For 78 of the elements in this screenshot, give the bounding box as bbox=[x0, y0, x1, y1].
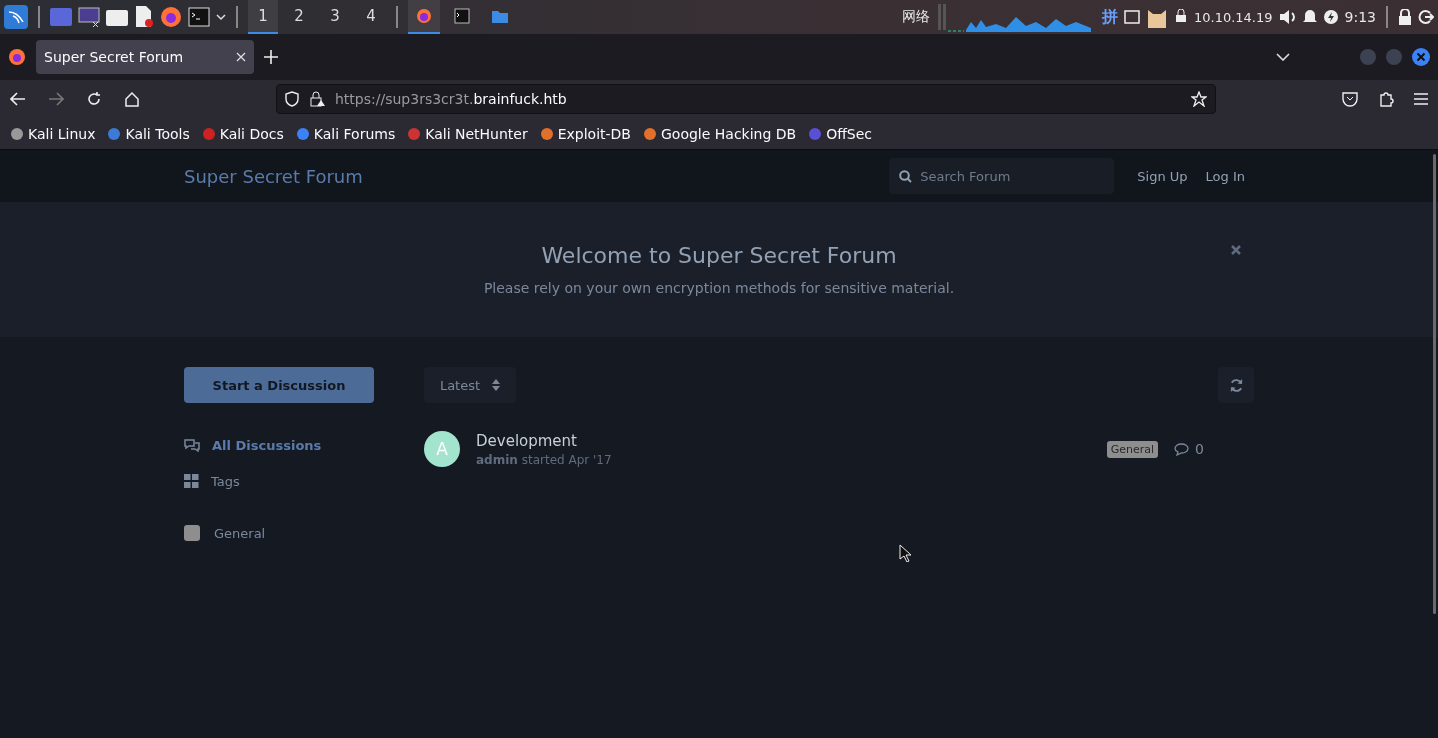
lock-network-icon bbox=[1173, 9, 1188, 25]
header-link[interactable]: Sign Up bbox=[1128, 160, 1197, 192]
taskbar-window-button[interactable] bbox=[408, 0, 440, 34]
mouse-pointer-icon bbox=[899, 544, 911, 562]
notification-bell-icon[interactable] bbox=[1302, 9, 1317, 25]
search-icon bbox=[899, 169, 913, 183]
tag-link[interactable]: General bbox=[184, 515, 374, 551]
comment-icon bbox=[1174, 442, 1189, 456]
power-icon[interactable] bbox=[1322, 9, 1339, 25]
bookmark-link[interactable]: Kali NetHunter bbox=[407, 125, 528, 142]
reload-icon[interactable] bbox=[86, 91, 102, 107]
reply-count: 0 bbox=[1174, 441, 1254, 457]
clock-time: 9:13 bbox=[1344, 9, 1376, 25]
search-field[interactable]: Search Forum bbox=[889, 158, 1115, 194]
banner-title: Welcome to Super Secret Forum bbox=[541, 243, 897, 268]
terminal-icon bbox=[454, 8, 470, 24]
plus-icon[interactable] bbox=[264, 50, 278, 64]
logout-icon[interactable] bbox=[1418, 9, 1434, 25]
workspace-button[interactable]: 2 bbox=[284, 0, 314, 34]
bookmark-link[interactable]: Kali Tools bbox=[107, 125, 190, 142]
bookmark-link[interactable]: Kali Docs bbox=[201, 125, 284, 142]
bookmark-icon bbox=[808, 126, 823, 141]
bookmark-icon bbox=[407, 126, 422, 141]
menu-icon[interactable] bbox=[1414, 93, 1428, 105]
chat-bubbles-icon bbox=[184, 438, 200, 452]
lock-warning-icon[interactable] bbox=[309, 91, 325, 107]
volume-icon[interactable] bbox=[1278, 9, 1297, 25]
document-icon[interactable] bbox=[134, 6, 154, 28]
home-icon[interactable] bbox=[124, 91, 140, 107]
tag-label[interactable]: General bbox=[1106, 440, 1158, 458]
monitor-icon[interactable] bbox=[78, 7, 100, 27]
firefox-icon bbox=[416, 8, 432, 24]
header-link[interactable]: Log In bbox=[1196, 160, 1254, 192]
lock-icon[interactable] bbox=[1398, 9, 1412, 25]
refresh-button[interactable] bbox=[1218, 367, 1254, 403]
input-method-label[interactable]: 拼 bbox=[1101, 6, 1118, 28]
banner-message: Please rely on your own encryption methods for sensitive material. bbox=[483, 280, 955, 296]
kali-menu-icon[interactable] bbox=[4, 5, 28, 29]
pocket-icon[interactable] bbox=[1342, 91, 1358, 107]
sort-icon bbox=[492, 379, 501, 391]
bookmark-icon bbox=[107, 126, 122, 141]
chevron-down-icon[interactable] bbox=[1276, 53, 1290, 61]
puzzle-icon[interactable] bbox=[1378, 91, 1394, 107]
sort-dropdown[interactable]: Latest bbox=[424, 367, 516, 403]
terminal-icon[interactable] bbox=[188, 7, 210, 27]
close-icon[interactable] bbox=[1412, 48, 1430, 66]
close-icon[interactable] bbox=[1230, 244, 1242, 256]
grid-icon bbox=[184, 474, 199, 488]
shield-icon[interactable] bbox=[285, 91, 299, 107]
bookmark-link[interactable]: Exploit-DB bbox=[539, 125, 631, 142]
sidebar-nav-item[interactable]: All Discussions bbox=[184, 427, 374, 463]
network-label: 网络 bbox=[901, 8, 930, 26]
forward-arrow-icon[interactable] bbox=[48, 92, 64, 106]
sidebar-nav-item[interactable]: Tags bbox=[184, 463, 374, 499]
firefox-icon[interactable] bbox=[160, 6, 182, 28]
bookmark-icon bbox=[295, 126, 310, 141]
workspace-button[interactable]: 1 bbox=[248, 0, 278, 34]
discussion-meta: admin started Apr '17 bbox=[476, 452, 613, 467]
bookmark-icon bbox=[201, 126, 216, 141]
refresh-icon bbox=[1228, 377, 1244, 393]
bookmark-icon bbox=[10, 126, 24, 141]
bookmark-icon bbox=[539, 126, 554, 141]
workspace-button[interactable]: 3 bbox=[320, 0, 350, 34]
firefox-icon[interactable] bbox=[8, 48, 26, 66]
bookmark-link[interactable]: Google Hacking DB bbox=[643, 125, 797, 142]
back-arrow-icon[interactable] bbox=[10, 92, 26, 106]
discussion-title[interactable]: Development bbox=[476, 431, 1091, 450]
bookmark-link[interactable]: Kali Linux bbox=[10, 125, 96, 142]
url-field[interactable]: https://sup3rs3cr3t.brainfuck.htb bbox=[276, 84, 1216, 114]
bookmark-link[interactable]: Kali Forums bbox=[295, 125, 396, 142]
chevron-down-icon[interactable] bbox=[216, 13, 226, 21]
bookmark-icon bbox=[643, 126, 657, 141]
workspace-button[interactable]: 4 bbox=[356, 0, 386, 34]
browser-tab[interactable]: Super Secret Forum bbox=[36, 40, 254, 74]
star-icon[interactable] bbox=[1191, 91, 1207, 107]
forum-title[interactable]: Super Secret Forum bbox=[184, 165, 890, 187]
ip-address: 10.10.14.19 bbox=[1193, 9, 1273, 25]
bookmark-link[interactable]: OffSec bbox=[808, 125, 873, 142]
